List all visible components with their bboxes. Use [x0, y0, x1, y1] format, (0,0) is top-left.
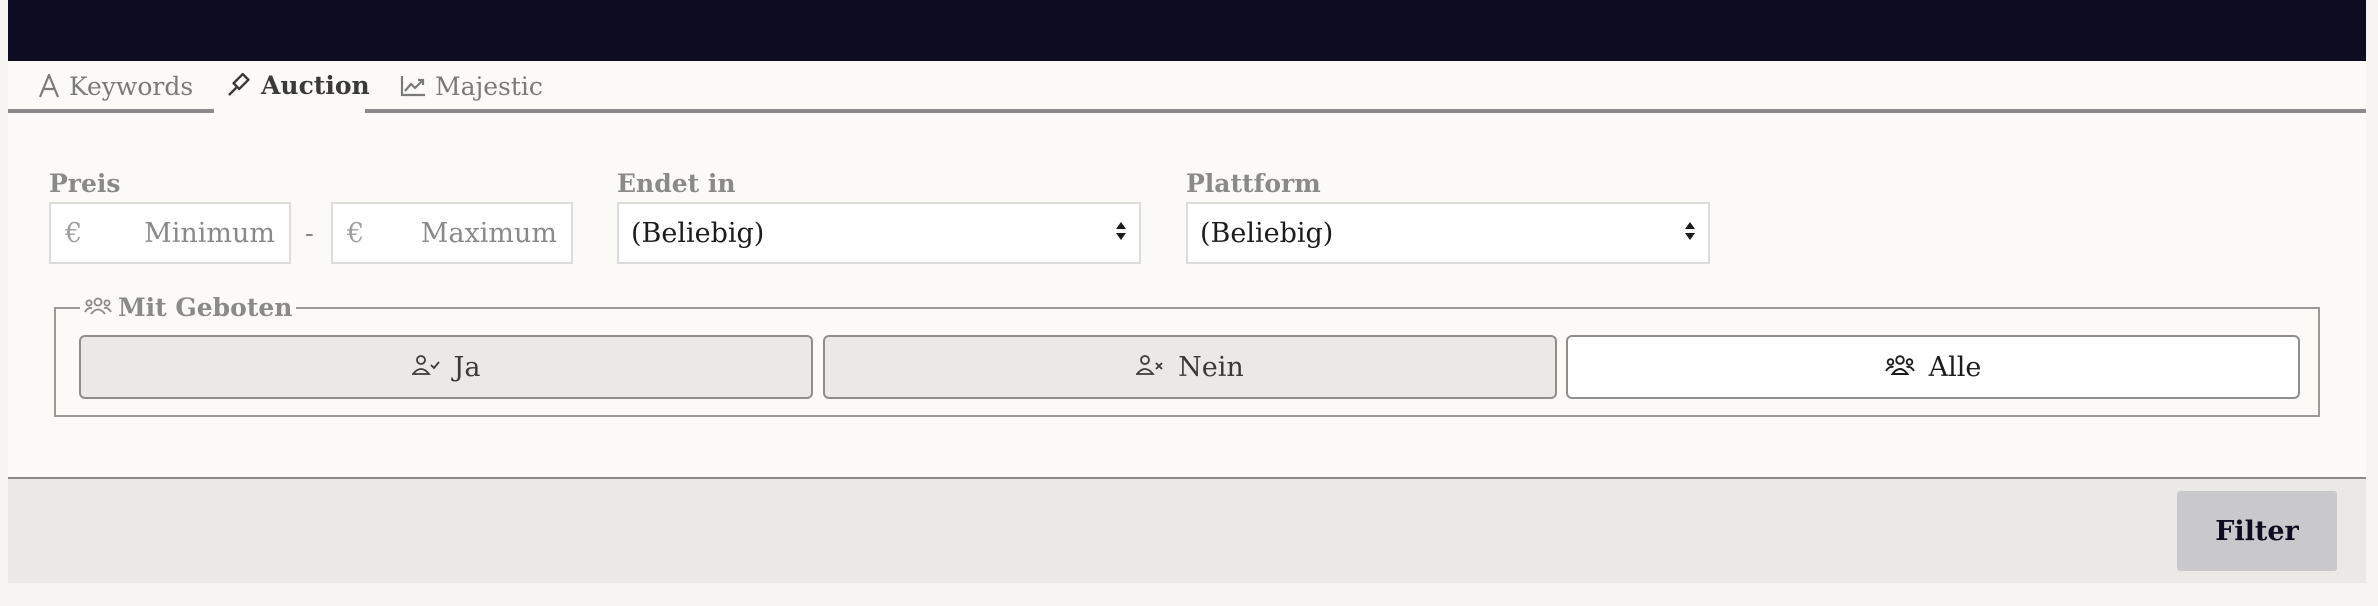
- tab-keywords[interactable]: Keywords: [26, 61, 205, 111]
- gavel-icon: [226, 72, 252, 99]
- platform-value: (Beliebig): [1200, 217, 1334, 249]
- price-separator: -: [305, 219, 314, 249]
- ends-in-value: (Beliebig): [631, 217, 765, 249]
- tab-underline: [8, 109, 214, 113]
- bids-option-ja[interactable]: Ja: [79, 335, 813, 399]
- tab-label: Auction: [261, 71, 370, 100]
- font-icon: [38, 74, 60, 98]
- filter-footer: Filter: [8, 477, 2366, 583]
- filter-button[interactable]: Filter: [2177, 491, 2337, 571]
- bids-legend: Mit Geboten: [80, 293, 297, 322]
- ends-in-select[interactable]: (Beliebig): [617, 202, 1141, 264]
- ends-in-label: Endet in: [617, 169, 736, 198]
- price-max-input[interactable]: € Maximum: [331, 202, 573, 264]
- platform-label: Plattform: [1186, 169, 1321, 198]
- top-navigation-bar: [8, 0, 2366, 61]
- users-icon: [1884, 352, 1915, 383]
- currency-symbol: €: [65, 217, 83, 249]
- tab-bar: Keywords Auction Majestic: [8, 61, 2366, 114]
- select-caret-icon: [1684, 218, 1696, 249]
- option-label: Alle: [1928, 351, 1982, 383]
- chart-line-icon: [400, 75, 426, 97]
- option-label: Ja: [453, 351, 481, 383]
- min-placeholder: Minimum: [144, 217, 275, 249]
- price-label: Preis: [49, 169, 121, 198]
- user-check-icon: [410, 352, 440, 383]
- tab-label: Keywords: [69, 71, 194, 101]
- user-x-icon: [1135, 352, 1164, 383]
- max-placeholder: Maximum: [420, 217, 557, 249]
- tab-majestic[interactable]: Majestic: [388, 61, 555, 111]
- bids-option-alle[interactable]: Alle: [1566, 335, 2300, 399]
- tab-underline: [365, 109, 2366, 113]
- tab-auction[interactable]: Auction: [214, 61, 373, 114]
- option-label: Nein: [1178, 351, 1244, 383]
- bids-option-nein[interactable]: Nein: [823, 335, 1557, 399]
- users-icon: [84, 293, 112, 322]
- currency-symbol: €: [347, 217, 365, 249]
- tab-label: Majestic: [435, 71, 543, 101]
- select-caret-icon: [1115, 218, 1127, 249]
- bids-legend-label: Mit Geboten: [118, 293, 293, 322]
- platform-select[interactable]: (Beliebig): [1186, 202, 1710, 264]
- filter-panel: Keywords Auction Majestic Preis € Minimu…: [8, 61, 2366, 583]
- price-min-input[interactable]: € Minimum: [49, 202, 291, 264]
- bids-fieldset: Mit Geboten Ja Nein Alle: [54, 293, 2320, 417]
